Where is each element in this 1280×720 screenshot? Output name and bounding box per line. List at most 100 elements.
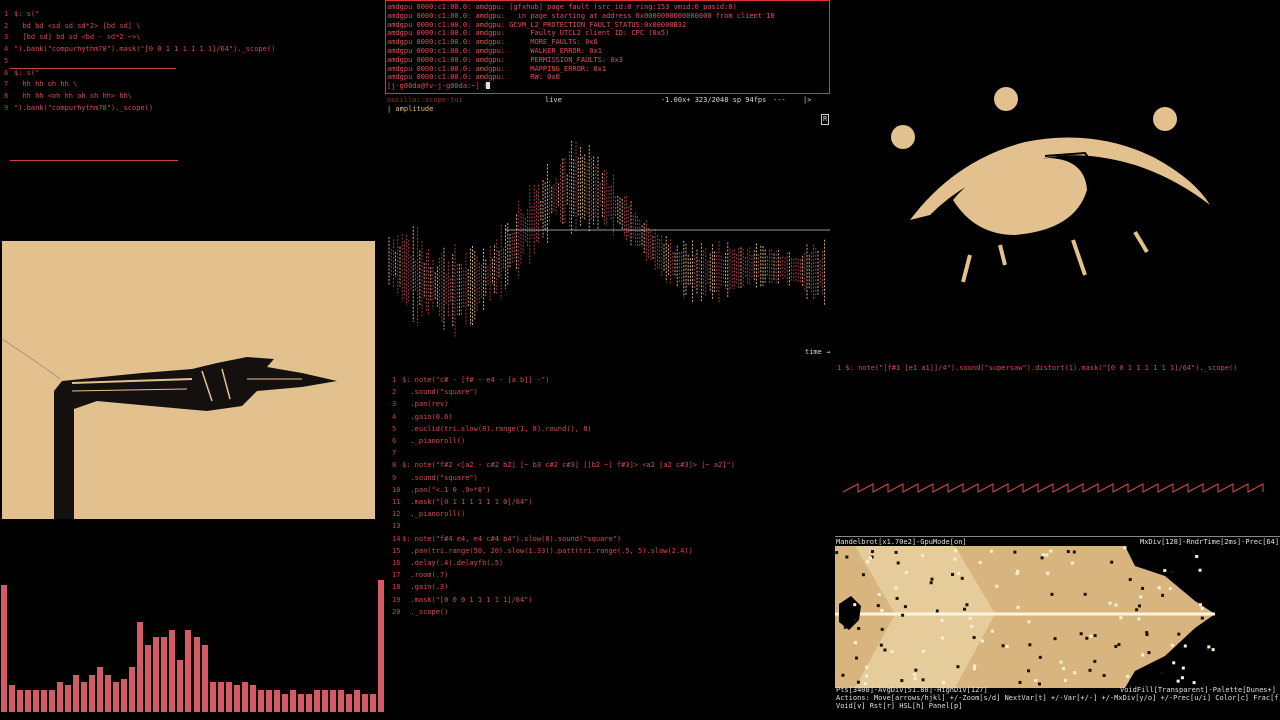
scope-waveform (388, 140, 830, 337)
level-bar (17, 689, 24, 712)
line-number: 20 (392, 607, 401, 616)
line-number: 3 (392, 400, 397, 409)
code-line[interactable]: .mask("[0 0 0 1 1 1 1 1]/64") (402, 596, 532, 605)
level-bar (105, 674, 112, 712)
mandelbrot-render[interactable] (835, 546, 1280, 688)
supersaw-editor[interactable]: 1 $: note("[f#1 [e1 a1]]/4").sound("supe… (835, 358, 1280, 534)
mandel-status-fill: VoidFill[Transparent]-Palette[Dunes+] (1120, 686, 1276, 694)
level-bar (201, 644, 208, 712)
code-line[interactable]: $: note("f#4 e4, e4 c#4 b4").slow(8).sou… (402, 535, 621, 544)
code-line[interactable]: bd bd <sd sd sd*2> [bd sd] \ (14, 22, 140, 31)
code-line[interactable]: .pan("<.1 0 .9>*8") (402, 486, 490, 495)
scope-x-label: time → (805, 348, 830, 356)
level-bar (49, 689, 56, 712)
line-number: 1 (4, 10, 9, 18)
saw-wave (842, 483, 1264, 493)
level-bar (313, 689, 320, 712)
code-line[interactable]: .sound("square") (402, 388, 477, 397)
line-number: 4 (392, 412, 397, 421)
terminal-line: amdgpu 0000:c1:00.0: amdgpu: GCVM_L2_PRO… (387, 20, 687, 29)
left-code-editor[interactable]: 1 $: s(" 2 bd bd <sd sd sd*2> [bd sd] \ 3 [… (0, 0, 380, 236)
code-line[interactable]: .delay(.4).delayfb(.5) (402, 559, 503, 568)
terminal-line: amdgpu 0000:c1:00.0: amdgpu: PERMISSION_… (387, 55, 624, 64)
code-line[interactable]: .sound("square") (402, 474, 477, 483)
code-line[interactable]: $: note("c# - [f# - e4 - [a b]] -") (402, 376, 550, 385)
code-line[interactable]: ").bank("compurhythm78").mask("[0 0 1 1 … (14, 45, 275, 54)
terminal-window[interactable]: amdgpu 0000:c1:00.0: amdgpu: [gfxhub] pa… (385, 0, 830, 94)
pointing-hand-image (2, 241, 375, 519)
eye-visual (835, 0, 1280, 340)
line-number: 16 (392, 559, 401, 567)
line-number: 15 (392, 546, 401, 555)
code-line[interactable]: .gain(.3) (402, 583, 448, 592)
level-bar (177, 659, 184, 712)
pointing-hand-visual (2, 241, 375, 519)
mandel-header-right: MxDiv[128]-RndrTime[2ms]-Prec[64] (1140, 538, 1280, 546)
terminal-line: amdgpu 0000:c1:00.0: amdgpu: [gfxhub] pa… (387, 3, 737, 11)
line-number: 7 (392, 449, 397, 458)
level-bar (265, 689, 272, 712)
code-line[interactable]: ._pianoroll() (402, 510, 465, 519)
terminal-line: amdgpu 0000:c1:00.0: amdgpu: Faulty UTCL… (387, 29, 670, 38)
line-number: 1 (392, 376, 397, 384)
code-line[interactable]: hh hh <oh hh oh oh hh> hh\ (14, 92, 132, 101)
code-line[interactable]: ._pianoroll() (402, 437, 465, 446)
middle-code-editor[interactable]: 1 $: note("c# - [f# - e4 - [a b]] -") 2 .s… (388, 368, 830, 716)
line-number: 14 (392, 534, 401, 543)
mandel-header-left: Mandelbrot[x1.70e2]-GpuMode[on] (836, 538, 967, 546)
code-line[interactable]: ._scope() (402, 608, 448, 617)
code-line[interactable]: .euclid(tri.slow(8).range(1, 8).round(),… (402, 425, 591, 434)
line-number: 7 (4, 80, 9, 89)
level-bar (217, 682, 224, 712)
code-line[interactable]: ").bank("compurhythm78")._scope() (14, 104, 153, 113)
code-line[interactable]: .gain(0.6) (402, 413, 452, 422)
code-line[interactable]: $: s(" (14, 10, 39, 19)
line-number: 13 (392, 522, 401, 531)
level-bar (329, 689, 336, 712)
code-line[interactable]: hh hh oh hh \ (14, 80, 77, 89)
oscilloscope-pane: oscillo::scope-tui live -1.00x+ 323/2048… (385, 96, 830, 358)
line-number: 5 (392, 424, 397, 433)
code-line[interactable]: .pan(rev) (402, 400, 448, 409)
level-bar (377, 580, 384, 712)
eye-image (891, 87, 1210, 283)
terminal-line: amdgpu 0000:c1:00.0: amdgpu: WALKER_ERRO… (387, 47, 602, 55)
line-number: 5 (4, 56, 9, 65)
code-line[interactable]: .room(.7) (402, 571, 448, 580)
level-bar (369, 694, 376, 712)
code-line[interactable]: $: s(" (14, 69, 39, 78)
saw-scope-waveform (842, 483, 1264, 493)
level-bar (65, 685, 72, 712)
scope-underline (10, 160, 178, 161)
level-bar (129, 667, 136, 712)
level-bar (305, 694, 312, 712)
line-number: 18 (392, 583, 401, 592)
mandelbrot-pane[interactable]: Mandelbrot[x1.70e2]-GpuMode[on] MxDiv[12… (835, 536, 1280, 720)
line-number: 6 (4, 68, 9, 77)
level-bar (25, 689, 32, 712)
terminal-prompt[interactable]: [j-g00da@fv-j-g00da:~] $ (387, 82, 492, 91)
level-bar (281, 694, 288, 712)
level-bar (233, 685, 240, 712)
mandel-status-actions: Actions: Move[arrows/hjkl] +/-Zoom[s/d] … (836, 694, 1280, 702)
code-line[interactable]: [bd sd] bd sd <bd - sd*2 ~>\ (14, 33, 140, 42)
level-bar (33, 689, 40, 712)
level-bar (337, 689, 344, 712)
level-bar (257, 689, 264, 712)
line-number: 4 (4, 45, 9, 54)
code-line[interactable]: .pan(tri.range(50, 20).slow(1.33)).patt(… (402, 547, 692, 556)
mandel-status-actions-2: Void[v] Rst[r] HSL[h] Panel[p] (836, 702, 963, 710)
level-bar (289, 689, 296, 712)
level-bar (185, 629, 192, 712)
code-line[interactable]: .mask("[0 1 1 1 1 1 1 0]/64") (402, 498, 532, 507)
level-bar (169, 629, 176, 712)
mandel-status-stats: Pts[3408]-AvgDiv[51.88]-HighDiv[127] (836, 686, 988, 694)
level-bar (273, 689, 280, 712)
level-bar (9, 685, 16, 712)
line-number: 12 (392, 510, 401, 519)
line-number: 8 (4, 91, 9, 100)
level-bar (121, 679, 128, 712)
code-line[interactable]: $: note("f#2 <[a2 - c#2 b2] [~ b3 c#2 c#… (402, 461, 735, 470)
line-number: 3 (4, 33, 9, 42)
level-bar (241, 682, 248, 712)
